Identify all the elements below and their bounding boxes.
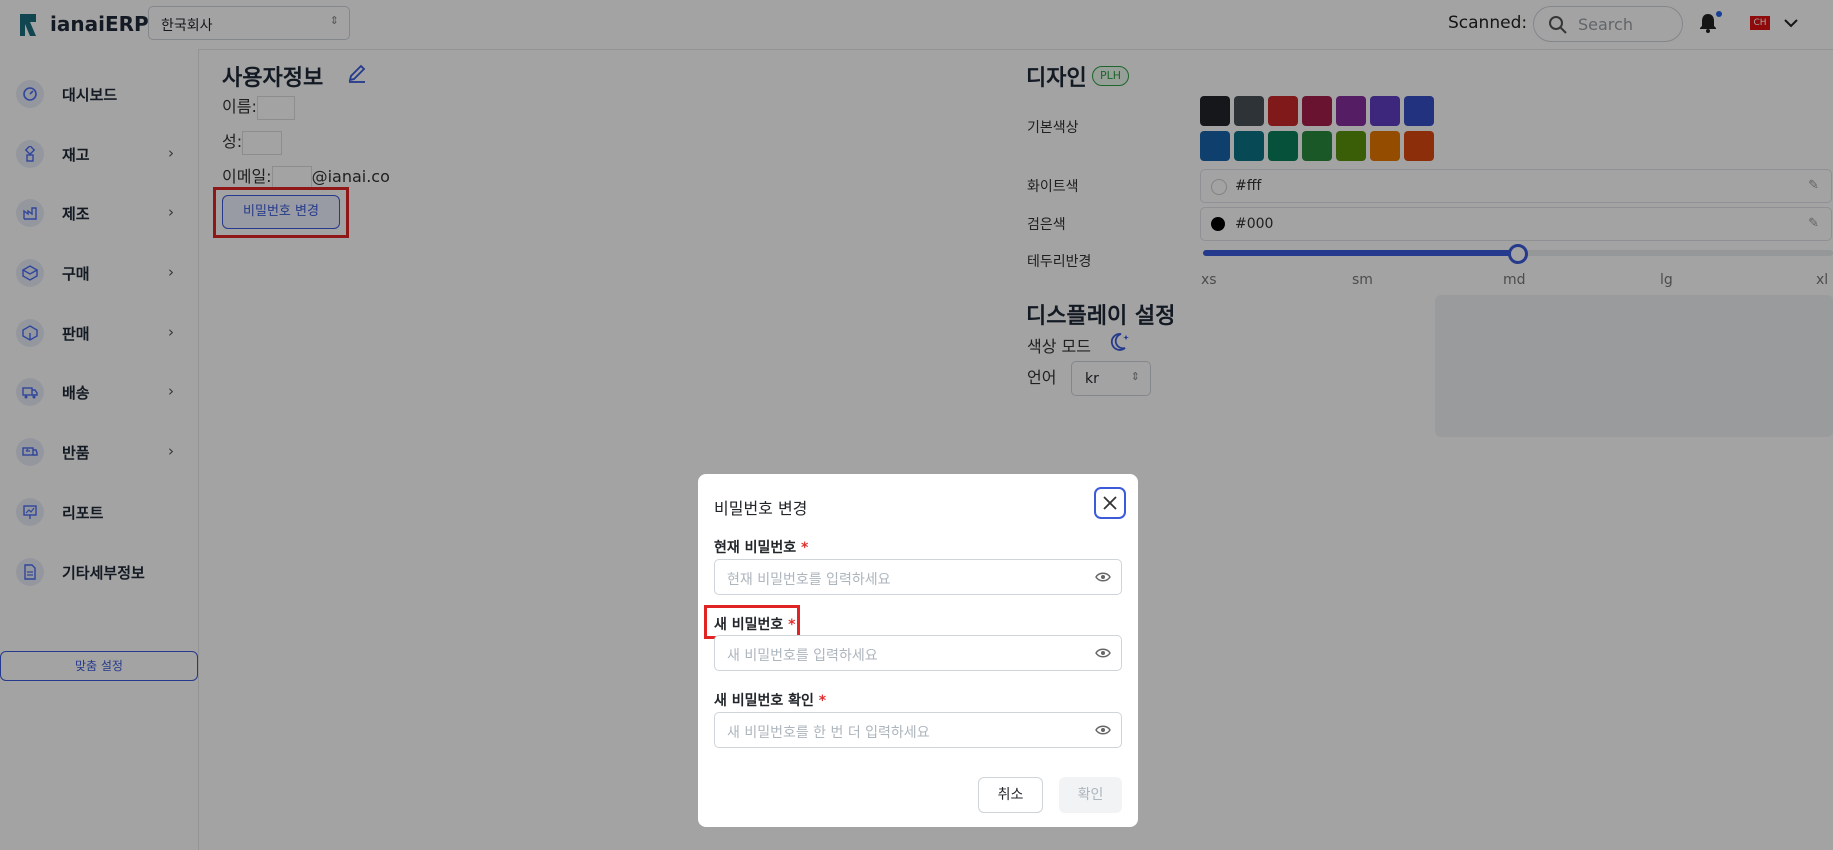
confirm-password-label-text: 새 비밀번호 확인 (714, 693, 814, 709)
confirm-password-label: 새 비밀번호 확인 * (714, 690, 826, 710)
current-password-label-text: 현재 비밀번호 (714, 540, 797, 556)
eye-icon[interactable] (1095, 724, 1111, 736)
current-password-label: 현재 비밀번호 * (714, 537, 808, 557)
eye-icon[interactable] (1095, 571, 1111, 583)
new-password-input[interactable]: 새 비밀번호를 입력하세요 (714, 635, 1122, 671)
modal-title: 비밀번호 변경 (714, 499, 808, 518)
cancel-button[interactable]: 취소 (978, 777, 1043, 813)
new-password-placeholder: 새 비밀번호를 입력하세요 (727, 648, 878, 664)
modal-close-button[interactable] (1094, 487, 1126, 519)
confirm-button[interactable]: 확인 (1059, 777, 1122, 813)
highlight-box (704, 605, 800, 639)
change-password-modal: 비밀번호 변경 현재 비밀번호 * 현재 비밀번호를 입력하세요 새 비밀번호 … (698, 474, 1138, 827)
close-icon (1103, 496, 1117, 510)
confirm-password-input[interactable]: 새 비밀번호를 한 번 더 입력하세요 (714, 712, 1122, 748)
required-mark: * (801, 540, 809, 556)
current-password-placeholder: 현재 비밀번호를 입력하세요 (727, 572, 891, 588)
current-password-input[interactable]: 현재 비밀번호를 입력하세요 (714, 559, 1122, 595)
confirm-password-placeholder: 새 비밀번호를 한 번 더 입력하세요 (727, 725, 930, 741)
required-mark: * (818, 693, 827, 709)
eye-icon[interactable] (1095, 647, 1111, 659)
